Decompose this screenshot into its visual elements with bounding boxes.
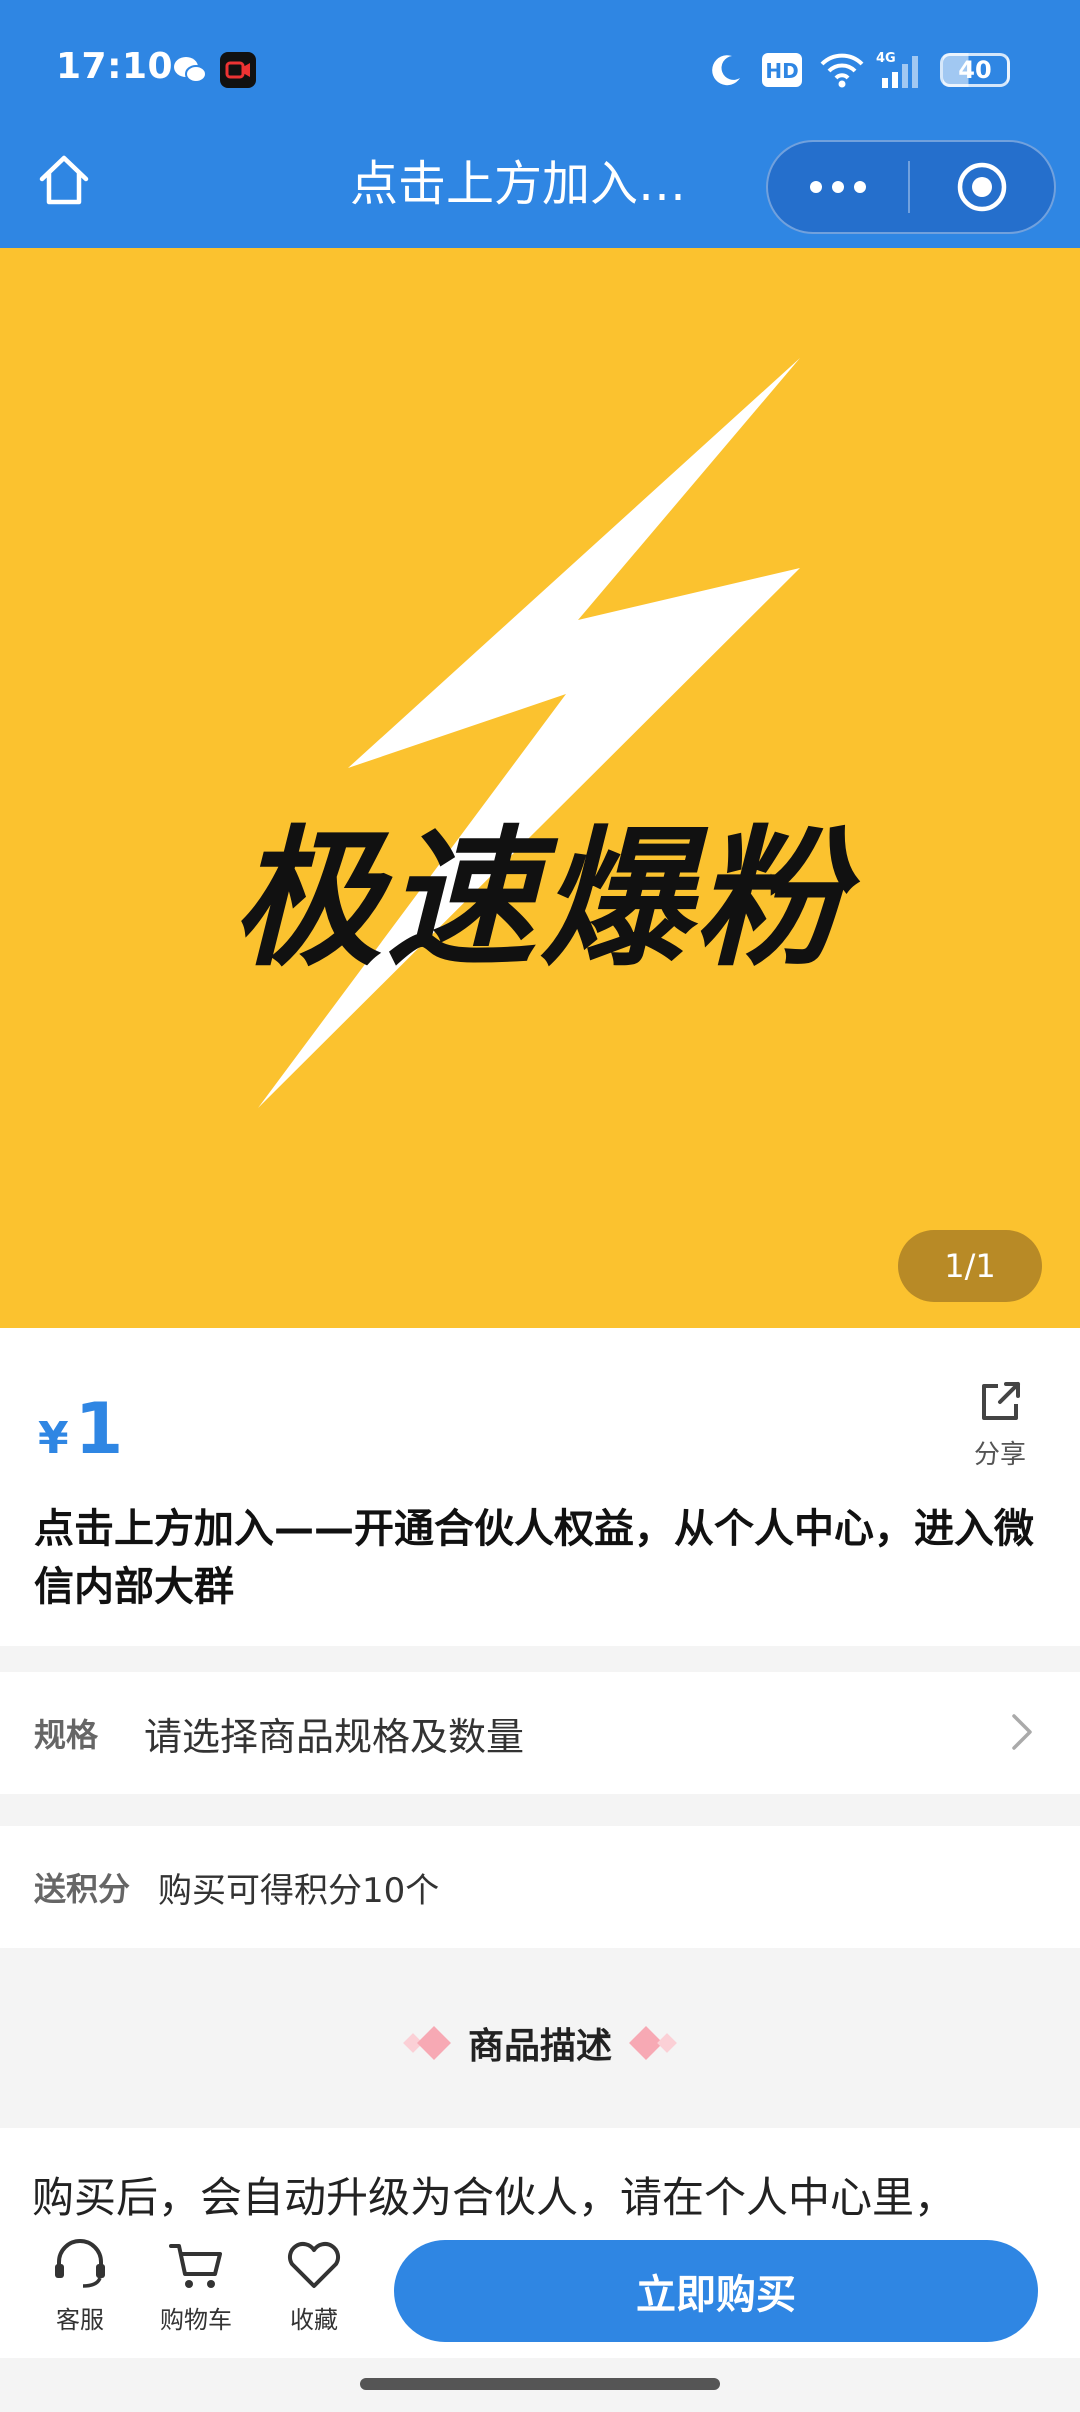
top-bar: 17:10 HD 4G 40 点击上方加入—... [0,0,1080,248]
moon-icon [706,50,746,90]
diamond-small [657,2033,677,2053]
more-dot [854,181,866,193]
gesture-area [0,2358,1080,2412]
home-icon [39,155,89,205]
capsule-menu [766,140,1056,234]
points-info: 送积分 购买可得积分10个 [0,1826,1080,1948]
battery-icon: 40 [938,50,1012,90]
product-image-text: 极速爆粉 [231,813,848,987]
page-title: 点击上方加入—... [350,156,730,212]
spec-value: 请选择商品规格及数量 [144,1714,525,1759]
home-indicator[interactable] [360,2378,720,2390]
points-value: 购买可得积分10个 [158,1870,440,1911]
description-title: 商品描述 [467,2026,612,2067]
favorite-button[interactable]: 收藏 [264,2238,364,2335]
status-time: 17:10 [56,46,174,87]
headset-icon [55,2239,105,2288]
price: ¥ 1 [38,1388,123,1470]
cellular-signal-icon: 4G [876,50,924,90]
favorite-label: 收藏 [290,2306,338,2334]
buy-now-button[interactable]: 立即购买 [394,2240,1038,2342]
cart-label: 购物车 [160,2306,232,2334]
diamond [417,2026,451,2060]
customer-service-label: 客服 [56,2306,104,2334]
share-button[interactable]: 分享 [962,1378,1038,1471]
spec-key: 规格 [34,1716,99,1754]
screen-record-icon [218,50,258,90]
product-page: 17:10 HD 4G 40 点击上方加入—... 极速爆粉 1/1 ¥ 1 分… [0,0,1080,2412]
status-bar: 17:10 HD 4G 40 [0,0,1080,140]
wifi-icon [818,50,866,90]
product-title: 点击上方加入——开通合伙人权益，从个人中心，进入微信内部大群 [34,1506,1034,1610]
more-menu-button[interactable] [768,142,908,232]
decorative-diamonds-right [629,2026,677,2060]
home-button[interactable] [34,150,94,210]
price-value: 1 [74,1388,124,1470]
product-image[interactable]: 极速爆粉 1/1 [0,248,1080,1328]
battery-level: 40 [940,53,1010,87]
cart-icon [169,2244,222,2288]
mini-program-nav: 点击上方加入—... [0,140,1080,248]
share-label: 分享 [973,1440,1026,1470]
share-icon [982,1382,1020,1420]
decorative-diamonds-left [403,2026,451,2060]
product-info: ¥ 1 分享 点击上方加入——开通合伙人权益，从个人中心，进入微信内部大群 [0,1328,1080,1646]
hd-label: HD [765,59,798,83]
more-dots-icon [810,181,822,193]
wechat-icon [170,50,210,90]
hd-icon: HD [760,50,804,90]
description-heading: 商品描述 [0,1958,1080,2128]
more-dot [832,181,844,193]
chevron-right-icon [1012,1714,1032,1750]
currency-symbol: ¥ [38,1413,69,1464]
cart-button[interactable]: 购物车 [146,2238,246,2335]
heart-icon [288,2242,340,2288]
network-type-label: 4G [876,51,896,66]
close-mini-program-button[interactable] [910,142,1054,232]
bottom-action-bar: 客服 购物车 收藏 立即购买 [0,2218,1080,2358]
points-key: 送积分 [34,1870,131,1908]
image-counter: 1/1 [898,1230,1042,1302]
spec-selector[interactable]: 规格 请选择商品规格及数量 [0,1672,1080,1794]
target-close-icon [957,162,1007,212]
description-text: 购买后，会自动升级为合伙人，请在个人中心里， [32,2173,957,2222]
customer-service-button[interactable]: 客服 [30,2238,130,2335]
